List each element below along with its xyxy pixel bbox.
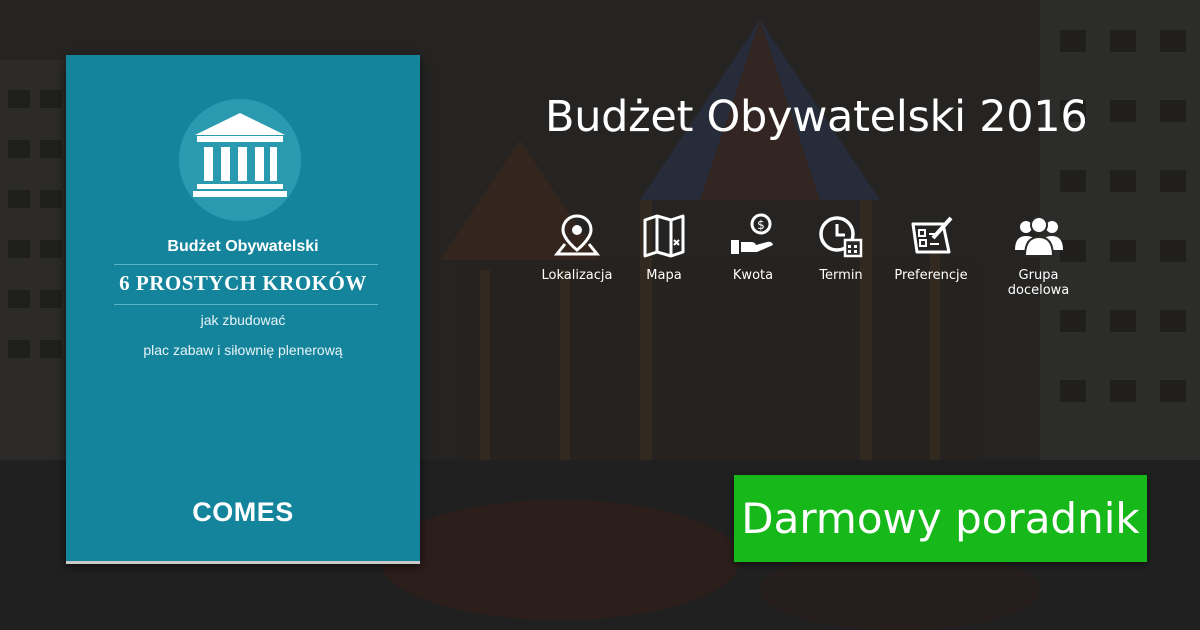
book-subtitle-line1: jak zbudować: [200, 312, 286, 328]
book-steps-heading: 6 PROSTYCH KROKÓW: [119, 271, 367, 295]
feature-item-termin: Termin: [791, 210, 891, 283]
brand-logo: COMES: [192, 497, 294, 527]
bank-icon-circle: [179, 99, 301, 221]
feature-item-grupa-docelowa: Grupa docelowa: [987, 210, 1090, 298]
divider: [114, 304, 378, 305]
feature-list: Lokalizacja Mapa $ Kwota Termin Preferen…: [527, 210, 1110, 298]
divider: [114, 264, 378, 265]
svg-text:$: $: [757, 218, 765, 232]
book-subtitle-line2: plac zabaw i siłownię plenerową: [143, 342, 343, 358]
feature-item-lokalizacja: Lokalizacja: [527, 210, 627, 283]
feature-item-mapa: Mapa: [614, 210, 714, 283]
free-guide-button[interactable]: Darmowy poradnik: [734, 475, 1147, 562]
group-icon: [1014, 216, 1063, 257]
money-hand-icon: $: [731, 213, 773, 254]
book-title: Budżet Obywatelski: [167, 238, 319, 255]
guide-book-cover: Budżet Obywatelski 6 PROSTYCH KROKÓW jak…: [66, 55, 420, 561]
map-icon: [643, 214, 685, 258]
map-pin-icon: [553, 214, 601, 256]
clock-calendar-icon: [819, 216, 863, 258]
feature-item-preferencje: Preferencje: [881, 210, 981, 283]
feature-item-kwota: $ Kwota: [703, 210, 803, 283]
page-title: Budżet Obywatelski 2016: [545, 92, 1088, 142]
checklist-pen-icon: [911, 216, 953, 254]
bank-icon: [193, 113, 287, 197]
